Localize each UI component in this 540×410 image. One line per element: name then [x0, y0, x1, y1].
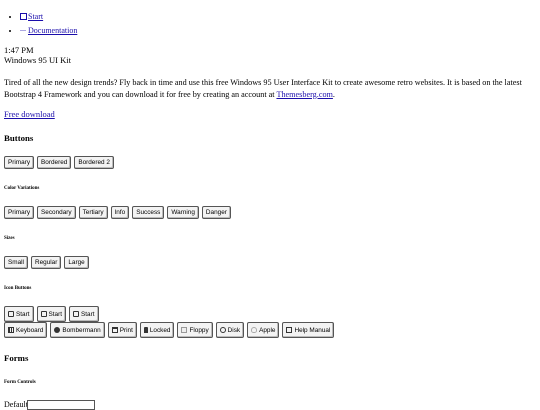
form-controls-heading: Form Controls — [4, 380, 36, 385]
disk-button[interactable]: Disk — [215, 322, 245, 338]
button-label: Bombermann — [62, 326, 101, 334]
button-label: Start — [81, 310, 95, 318]
button-label: Small — [8, 259, 24, 266]
floppy-button[interactable]: Floppy — [177, 322, 213, 338]
buttons-row: Primary Bordered Bordered 2 — [4, 156, 114, 169]
button-label: Primary — [8, 209, 31, 216]
button-label: Success — [136, 209, 161, 216]
danger-button[interactable]: Danger — [201, 206, 231, 219]
nav-label: Documentation — [28, 26, 78, 35]
apple-icon — [251, 327, 258, 333]
button-label: Warning — [171, 209, 195, 216]
regular-button[interactable]: Regular — [30, 256, 62, 269]
nav-item-documentation[interactable]: Documentation — [20, 24, 536, 38]
button-label: Apple — [259, 326, 276, 334]
button-label: Regular — [34, 259, 58, 266]
floppy-icon — [181, 327, 188, 333]
help-icon — [286, 327, 293, 333]
start-button[interactable]: Start — [69, 306, 99, 322]
button-label: Help Manual — [294, 326, 331, 334]
button-label: Primary — [8, 159, 31, 166]
nav-label: Start — [28, 12, 44, 21]
lock-icon — [143, 327, 148, 333]
windows-icon — [40, 311, 47, 317]
default-input[interactable] — [27, 400, 95, 410]
print-button[interactable]: Print — [107, 322, 137, 338]
printer-icon — [111, 327, 118, 333]
button-label: Info — [114, 209, 126, 216]
icon-buttons-heading: Icon Buttons — [4, 286, 32, 291]
windows-icon — [20, 13, 27, 20]
start-button[interactable]: Start — [36, 306, 66, 322]
page-title: Windows 95 UI Kit — [4, 55, 71, 65]
disk-icon — [219, 327, 226, 333]
color-variations-heading: Color Variations — [4, 186, 40, 191]
keyboard-icon — [8, 327, 14, 333]
apple-button[interactable]: Apple — [247, 322, 280, 338]
color-variations-row: Primary Secondary Tertiary Info Success Warni… — [4, 206, 231, 219]
sizes-row: Small Regular Large — [4, 256, 89, 269]
button-label: Disk — [227, 326, 241, 334]
small-button[interactable]: Small — [4, 256, 28, 269]
button-label: Locked — [149, 326, 171, 334]
button-label: Danger — [205, 209, 227, 216]
intro-end: . — [332, 89, 335, 99]
bombermann-button[interactable]: Bombermann — [50, 322, 105, 338]
windows-icon — [8, 311, 14, 317]
locked-button[interactable]: Locked — [139, 322, 175, 338]
button-label: Start — [16, 310, 30, 318]
button-label: Tertiary — [82, 209, 104, 216]
button-label: Start — [48, 310, 63, 318]
icon-buttons-row-1: Start Start Start — [4, 306, 99, 322]
tertiary-button[interactable]: Tertiary — [78, 206, 108, 219]
secondary-button[interactable]: Secondary — [37, 206, 76, 219]
document-icon — [20, 25, 27, 32]
primary-button[interactable]: Primary — [4, 156, 35, 169]
primary-button[interactable]: Primary — [4, 206, 35, 219]
intro-paragraph: Tired of all the new design trends? Fly … — [4, 77, 536, 100]
help-manual-button[interactable]: Help Manual — [282, 322, 335, 338]
info-button[interactable]: Info — [110, 206, 130, 219]
bordered-button[interactable]: Bordered — [37, 156, 72, 169]
button-label: Floppy — [189, 326, 209, 334]
bomb-icon — [54, 327, 61, 333]
windows-icon — [73, 311, 79, 317]
button-label: Secondary — [41, 209, 72, 216]
button-label: Bordered 2 — [78, 159, 110, 166]
page: Start Documentation 1:47 PM Windows 95 U… — [4, 0, 536, 410]
top-nav: Start Documentation — [4, 10, 536, 38]
large-button[interactable]: Large — [64, 256, 89, 269]
start-button[interactable]: Start — [4, 306, 34, 322]
button-label: Large — [68, 259, 85, 266]
sizes-heading: Sizes — [4, 236, 15, 241]
warning-button[interactable]: Warning — [167, 206, 199, 219]
forms-heading: Forms — [4, 353, 29, 363]
intro-text: Tired of all the new design trends? Fly … — [4, 78, 522, 99]
free-download-link[interactable]: Free download — [4, 109, 55, 119]
bordered-2-button[interactable]: Bordered 2 — [74, 156, 114, 169]
icon-buttons-row-2: Keyboard Bombermann Print Locked Floppy Disk A… — [4, 322, 335, 338]
nav-link-start[interactable]: Start — [20, 12, 43, 21]
button-label: Print — [119, 326, 133, 334]
taskbar-clock: 1:47 PM — [4, 45, 34, 55]
button-label: Bordered — [41, 159, 68, 166]
nav-item-start[interactable]: Start — [20, 10, 536, 24]
themesberg-link[interactable]: Themesberg.com — [276, 90, 332, 99]
nav-link-documentation[interactable]: Documentation — [20, 26, 77, 35]
keyboard-button[interactable]: Keyboard — [4, 322, 48, 338]
buttons-heading: Buttons — [4, 133, 34, 143]
button-label: Keyboard — [16, 326, 44, 334]
success-button[interactable]: Success — [132, 206, 165, 219]
